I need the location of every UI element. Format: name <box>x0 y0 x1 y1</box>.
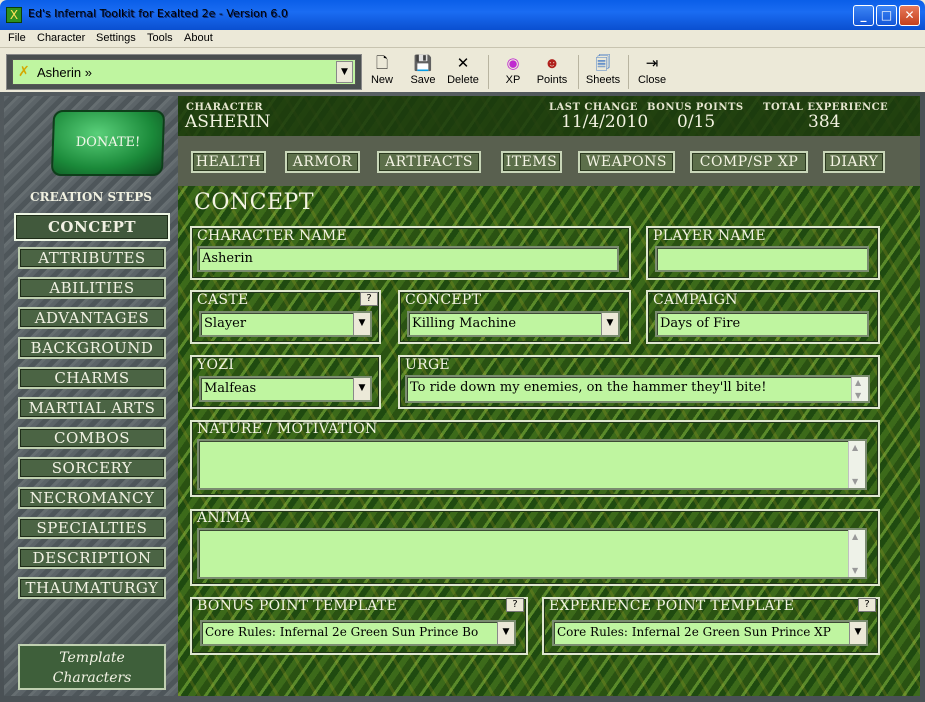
xp-template-help-button[interactable]: ? <box>858 598 876 612</box>
tab-diary[interactable]: DIARY <box>823 151 885 173</box>
donate-button[interactable]: DONATE! <box>50 110 166 176</box>
menu-about[interactable]: About <box>184 32 213 44</box>
total-xp-value: 384 <box>808 112 841 132</box>
character-name-field[interactable]: Asherin <box>197 246 619 272</box>
xp-template-label: EXPERIENCE POINT TEMPLATE <box>549 598 795 614</box>
step-abilities[interactable]: ABILITIES <box>18 277 166 299</box>
tab-comp-sp-xp[interactable]: COMP/SP XP <box>690 151 808 173</box>
character-name-label: CHARACTER NAME <box>197 228 348 244</box>
delete-x-icon: ✕ <box>456 55 470 72</box>
bonus-template-label: BONUS POINT TEMPLATE <box>197 598 398 614</box>
concept-dropdown[interactable]: Killing Machine ▼ <box>407 311 620 337</box>
step-background[interactable]: BACKGROUND <box>18 337 166 359</box>
step-necromancy[interactable]: NECROMANCY <box>18 487 166 509</box>
step-advantages[interactable]: ADVANTAGES <box>18 307 166 329</box>
step-martial-arts[interactable]: MARTIAL ARTS <box>18 397 166 419</box>
yozi-dropdown[interactable]: Malfeas ▼ <box>199 376 372 402</box>
close-window-button[interactable]: ✕ <box>899 5 920 26</box>
step-combos[interactable]: COMBOS <box>18 427 166 449</box>
campaign-field[interactable]: Days of Fire <box>655 311 869 337</box>
chevron-down-icon[interactable]: ▼ <box>601 313 618 335</box>
urge-scrollbar[interactable]: ▲ ▼ <box>851 377 868 401</box>
new-button[interactable]: 🗋 New <box>366 54 398 90</box>
creation-steps-title: CREATION STEPS <box>30 190 152 204</box>
sidebar-background <box>4 96 178 696</box>
window-title: Ed's Infernal Toolkit for Exalted 2e - V… <box>28 7 288 20</box>
character-x-icon: ✗ <box>18 64 30 80</box>
toolbar-separator <box>488 55 489 89</box>
step-attributes[interactable]: ATTRIBUTES <box>18 247 166 269</box>
tab-armor[interactable]: ARMOR <box>285 151 360 173</box>
step-charms[interactable]: CHARMS <box>18 367 166 389</box>
chevron-down-icon[interactable]: ▼ <box>497 622 514 644</box>
sheets-magnifier-icon: 🗐 <box>595 55 611 72</box>
xp-template-dropdown[interactable]: Core Rules: Infernal 2e Green Sun Prince… <box>552 620 868 646</box>
anima-label: ANIMA <box>197 510 251 526</box>
yozi-label: YOZI <box>197 357 235 373</box>
points-figure-icon: ☻ <box>544 55 560 72</box>
player-name-label: PLAYER NAME <box>653 228 766 244</box>
chevron-down-icon[interactable]: ▼ <box>849 622 866 644</box>
menu-bar: File Character Settings Tools About <box>0 30 925 48</box>
urge-label: URGE <box>405 357 450 373</box>
tab-artifacts[interactable]: ARTIFACTS <box>377 151 481 173</box>
app-icon: X <box>6 7 22 23</box>
bonus-points-value: 0/15 <box>677 112 716 132</box>
tab-weapons[interactable]: WEAPONS <box>578 151 675 173</box>
template-label-line1: Template <box>59 650 125 666</box>
caste-dropdown[interactable]: Slayer ▼ <box>199 311 372 337</box>
character-selected-value: Asherin » <box>37 65 92 80</box>
chevron-down-icon[interactable]: ▼ <box>353 313 370 335</box>
delete-button[interactable]: ✕ Delete <box>444 54 482 90</box>
maximize-button[interactable]: □ <box>876 5 897 26</box>
new-document-icon: 🗋 <box>375 55 389 72</box>
nature-textarea[interactable]: ▲ ▼ <box>197 439 867 490</box>
urge-field[interactable]: To ride down my enemies, on the hammer t… <box>405 375 870 403</box>
step-thaumaturgy[interactable]: THAUMATURGY <box>18 577 166 599</box>
close-door-icon: ⇥ <box>645 55 659 72</box>
anima-textarea[interactable]: ▲ ▼ <box>197 528 867 579</box>
character-name-display: ASHERIN <box>185 112 271 132</box>
save-button[interactable]: 💾 Save <box>406 54 440 90</box>
bonus-template-dropdown[interactable]: Core Rules: Infernal 2e Green Sun Prince… <box>200 620 516 646</box>
menu-tools[interactable]: Tools <box>147 32 173 44</box>
nature-label: NATURE / MOTIVATION <box>197 421 378 437</box>
step-concept[interactable]: CONCEPT <box>14 213 170 241</box>
template-label-line2: Characters <box>52 670 132 686</box>
last-change-value: 11/4/2010 <box>561 112 649 132</box>
page-title: CONCEPT <box>194 190 314 215</box>
minimize-button[interactable]: _ <box>853 5 874 26</box>
sheets-button[interactable]: 🗐 Sheets <box>584 54 622 90</box>
xp-button[interactable]: ◉ XP <box>497 54 529 90</box>
step-specialties[interactable]: SPECIALTIES <box>18 517 166 539</box>
tab-items[interactable]: ITEMS <box>501 151 562 173</box>
points-button[interactable]: ☻ Points <box>534 54 570 90</box>
chevron-down-icon[interactable]: ▼ <box>353 378 370 400</box>
step-description[interactable]: DESCRIPTION <box>18 547 166 569</box>
anima-scrollbar[interactable]: ▲ ▼ <box>848 530 865 577</box>
toolbar-separator <box>628 55 629 89</box>
template-characters-button[interactable]: Template Characters <box>18 644 166 690</box>
menu-character[interactable]: Character <box>37 32 85 44</box>
nature-scrollbar[interactable]: ▲ ▼ <box>848 441 865 488</box>
menu-settings[interactable]: Settings <box>96 32 136 44</box>
player-name-field[interactable] <box>655 246 869 272</box>
step-sorcery[interactable]: SORCERY <box>18 457 166 479</box>
menu-file[interactable]: File <box>8 32 26 44</box>
campaign-label: CAMPAIGN <box>653 292 738 308</box>
tab-health[interactable]: HEALTH <box>191 151 266 173</box>
toolbar-separator <box>578 55 579 89</box>
bonus-template-help-button[interactable]: ? <box>506 598 524 612</box>
caste-help-button[interactable]: ? <box>360 292 378 306</box>
concept-label: CONCEPT <box>405 292 482 308</box>
xp-swirl-icon: ◉ <box>506 55 520 72</box>
caste-label: CASTE <box>197 292 249 308</box>
close-button[interactable]: ⇥ Close <box>636 54 668 90</box>
chevron-down-icon[interactable]: ▼ <box>336 61 353 83</box>
floppy-disk-icon: 💾 <box>413 55 433 72</box>
